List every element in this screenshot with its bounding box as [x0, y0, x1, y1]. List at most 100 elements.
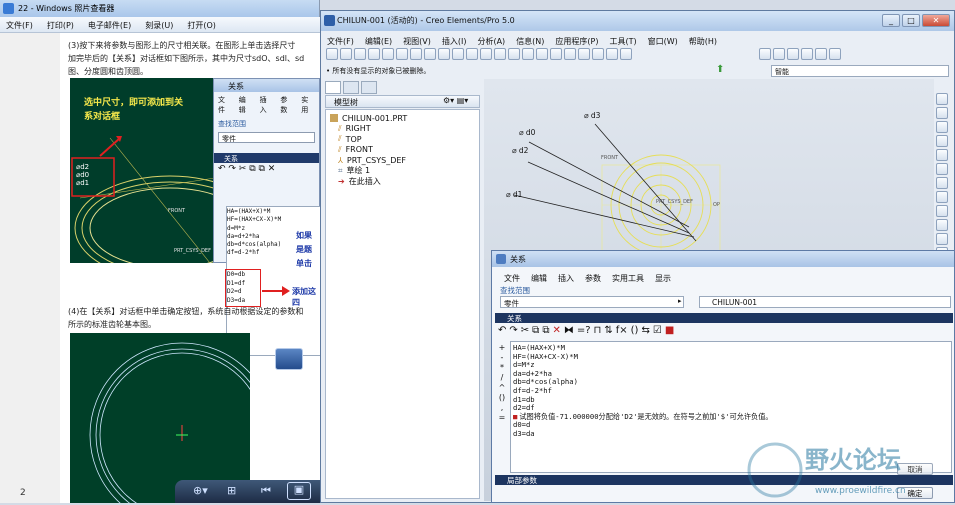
rel-menu-show[interactable]: 显示	[655, 273, 671, 284]
lookup-part-field[interactable]: CHILUN-001	[699, 296, 951, 308]
menu-view[interactable]: 视图(V)	[403, 36, 431, 46]
function-icon[interactable]: f×	[616, 325, 628, 339]
email-icon[interactable]	[382, 48, 394, 60]
tree-settings-icon[interactable]: ⚙▾ ▤▾	[443, 96, 468, 105]
op-divide[interactable]: /	[497, 373, 507, 383]
select-arrow-icon[interactable]: ▸	[678, 297, 682, 305]
tree-item-part[interactable]: CHILUN-001.PRT	[330, 113, 475, 124]
rel-menu-insert[interactable]: 插入	[558, 273, 574, 284]
save-icon[interactable]	[354, 48, 366, 60]
dim-d1-label[interactable]: ⌀ d1	[506, 190, 522, 199]
slideshow-icon[interactable]: ▣	[287, 482, 311, 500]
previous-icon[interactable]: ⏮	[261, 484, 271, 498]
rectangle-icon[interactable]	[936, 107, 948, 119]
tree-item-right[interactable]: ⫽ RIGHT	[330, 124, 475, 135]
fillet-icon[interactable]	[936, 177, 948, 189]
op-minus[interactable]: -	[497, 353, 507, 363]
line-icon[interactable]	[936, 93, 948, 105]
window-icon[interactable]	[494, 48, 506, 60]
op-power[interactable]: ^	[497, 383, 507, 393]
switch-dims-icon[interactable]: ⧓	[564, 325, 574, 339]
new-icon[interactable]	[326, 48, 338, 60]
copy-icon[interactable]	[410, 48, 422, 60]
spline-icon[interactable]	[936, 149, 948, 161]
cancel-button[interactable]: 取消	[897, 463, 933, 475]
lookup-type-select[interactable]: 零件	[500, 296, 684, 308]
open-icon[interactable]	[340, 48, 352, 60]
menu-info[interactable]: 信息(N)	[516, 36, 544, 46]
tree-item-top[interactable]: ⫽ TOP	[330, 134, 475, 145]
menu-insert[interactable]: 插入(I)	[442, 36, 467, 46]
csys-display-icon[interactable]	[801, 48, 814, 60]
model-tree-tab-icon[interactable]	[325, 81, 341, 94]
annotations-icon[interactable]	[815, 48, 828, 60]
refit-icon[interactable]	[564, 48, 576, 60]
print-icon[interactable]	[368, 48, 380, 60]
find-icon[interactable]	[480, 48, 492, 60]
tree-item-csys[interactable]: ⅄ PRT_CSYS_DEF	[330, 155, 475, 166]
op-plus[interactable]: +	[497, 343, 507, 353]
delete-icon[interactable]: ✕	[552, 325, 560, 339]
text-icon[interactable]	[936, 191, 948, 203]
menu-analysis[interactable]: 分析(A)	[477, 36, 505, 46]
cut-icon[interactable]	[396, 48, 408, 60]
minimize-button[interactable]: _	[882, 14, 900, 27]
paste-icon[interactable]: ⧉	[542, 325, 549, 339]
fit-icon[interactable]: ⊞	[227, 484, 236, 497]
dim-d0-label[interactable]: ⌀ d0	[519, 128, 535, 137]
datum-points-icon[interactable]	[787, 48, 800, 60]
undo-icon[interactable]	[438, 48, 450, 60]
op-comma[interactable]: ,	[497, 403, 507, 413]
zoom-out-icon[interactable]	[550, 48, 562, 60]
menu-tools[interactable]: 工具(T)	[610, 36, 637, 46]
op-multiply[interactable]: *	[497, 363, 507, 373]
dim-d2-label[interactable]: ⌀ d2	[512, 146, 528, 155]
local-params-header[interactable]: 局部参数	[495, 475, 953, 485]
menu-edit[interactable]: 编辑(E)	[365, 36, 392, 46]
units-icon[interactable]: ⊓	[594, 325, 602, 339]
spin-icon[interactable]	[522, 48, 534, 60]
regenerate-icon[interactable]	[466, 48, 478, 60]
paste-icon[interactable]	[424, 48, 436, 60]
datum-planes-icon[interactable]	[759, 48, 772, 60]
tree-item-sketch[interactable]: ⌗ 草绘 1	[330, 166, 475, 177]
point-icon[interactable]	[936, 163, 948, 175]
rel-menu-utilities[interactable]: 实用工具	[612, 273, 644, 284]
zoom-in-icon[interactable]	[536, 48, 548, 60]
tree-item-insert-here[interactable]: ➔ 在此插入	[330, 176, 475, 187]
cut-icon[interactable]: ✂	[521, 325, 529, 339]
redo-icon[interactable]	[452, 48, 464, 60]
sort-relations-icon[interactable]: ⇆	[641, 325, 649, 339]
tree-item-front[interactable]: ⫽ FRONT	[330, 145, 475, 156]
orient-icon[interactable]	[578, 48, 590, 60]
favorites-tab-icon[interactable]	[361, 81, 377, 94]
redo-icon[interactable]: ↷	[509, 325, 517, 339]
folder-tab-icon[interactable]	[343, 81, 359, 94]
evaluate-icon[interactable]: =?	[577, 325, 591, 339]
menu-applications[interactable]: 应用程序(P)	[555, 36, 598, 46]
context-help-icon[interactable]	[829, 48, 842, 60]
execute-icon[interactable]: ☑	[653, 325, 662, 339]
menu-file[interactable]: 文件(F)	[327, 36, 354, 46]
menu-window[interactable]: 窗口(W)	[648, 36, 678, 46]
menu-open[interactable]: 打开(O)	[187, 20, 216, 30]
dim-d3-label[interactable]: ⌀ d3	[584, 111, 600, 120]
rel-menu-edit[interactable]: 编辑	[531, 273, 547, 284]
sort-icon[interactable]: ⇅	[604, 325, 612, 339]
circle-icon[interactable]	[936, 121, 948, 133]
close-button[interactable]: ✕	[922, 14, 950, 27]
mirror-icon[interactable]	[936, 233, 948, 245]
op-paren[interactable]: ()	[497, 393, 507, 403]
palette-icon[interactable]	[936, 205, 948, 217]
op-equals[interactable]: =	[497, 413, 507, 423]
rel-menu-params[interactable]: 参数	[585, 273, 601, 284]
menu-burn[interactable]: 刻录(U)	[145, 20, 173, 30]
zoom-icon[interactable]: ⊕▾	[193, 484, 208, 497]
repaint-icon[interactable]	[508, 48, 520, 60]
undo-icon[interactable]: ↶	[498, 325, 506, 339]
saved-views-icon[interactable]	[592, 48, 604, 60]
rel-menu-file[interactable]: 文件	[504, 273, 520, 284]
menu-email[interactable]: 电子邮件(E)	[88, 20, 131, 30]
menu-file[interactable]: 文件(F)	[6, 20, 33, 30]
menu-help[interactable]: 帮助(H)	[689, 36, 717, 46]
